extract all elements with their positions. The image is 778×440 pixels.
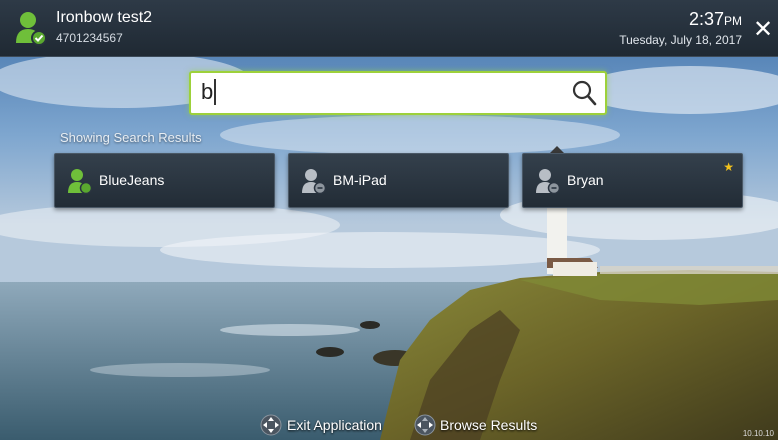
clock-ampm: PM [724,14,742,28]
date-label: Tuesday, July 18, 2017 [619,33,742,47]
dpad-exit-icon [260,414,282,436]
top-bar: Ironbow test2 4701234567 2:37PM Tuesday,… [0,0,778,57]
results-label: Showing Search Results [60,130,202,145]
user-avatar-icon [16,12,47,46]
contact-available-icon [68,169,93,195]
user-number: 4701234567 [56,31,123,45]
contact-offline-icon [302,169,327,195]
favorite-star-icon: ★ [723,160,734,174]
user-name: Ironbow test2 [56,9,153,26]
background-scene [0,0,778,440]
search-input-value: b [201,79,217,105]
clock: 2:37PM [689,9,742,30]
result-name: BlueJeans [99,172,165,188]
result-name: Bryan [567,172,604,188]
result-card-bryan[interactable]: Bryan ★ [522,153,743,208]
dpad-browse-icon [414,414,436,436]
result-card-bm-ipad[interactable]: BM-iPad [288,153,509,208]
exit-application-hint[interactable]: Exit Application [287,417,382,433]
result-card-bluejeans[interactable]: BlueJeans [54,153,275,208]
clock-time: 2:37 [688,9,724,29]
version-label: 10.10.10 [742,429,774,438]
result-name: BM-iPad [333,172,387,188]
close-button[interactable]: ✕ [750,16,776,42]
search-input[interactable]: b [189,71,607,115]
contact-offline-icon [536,169,561,195]
search-icon[interactable] [571,79,597,107]
browse-results-hint[interactable]: Browse Results [440,417,537,433]
